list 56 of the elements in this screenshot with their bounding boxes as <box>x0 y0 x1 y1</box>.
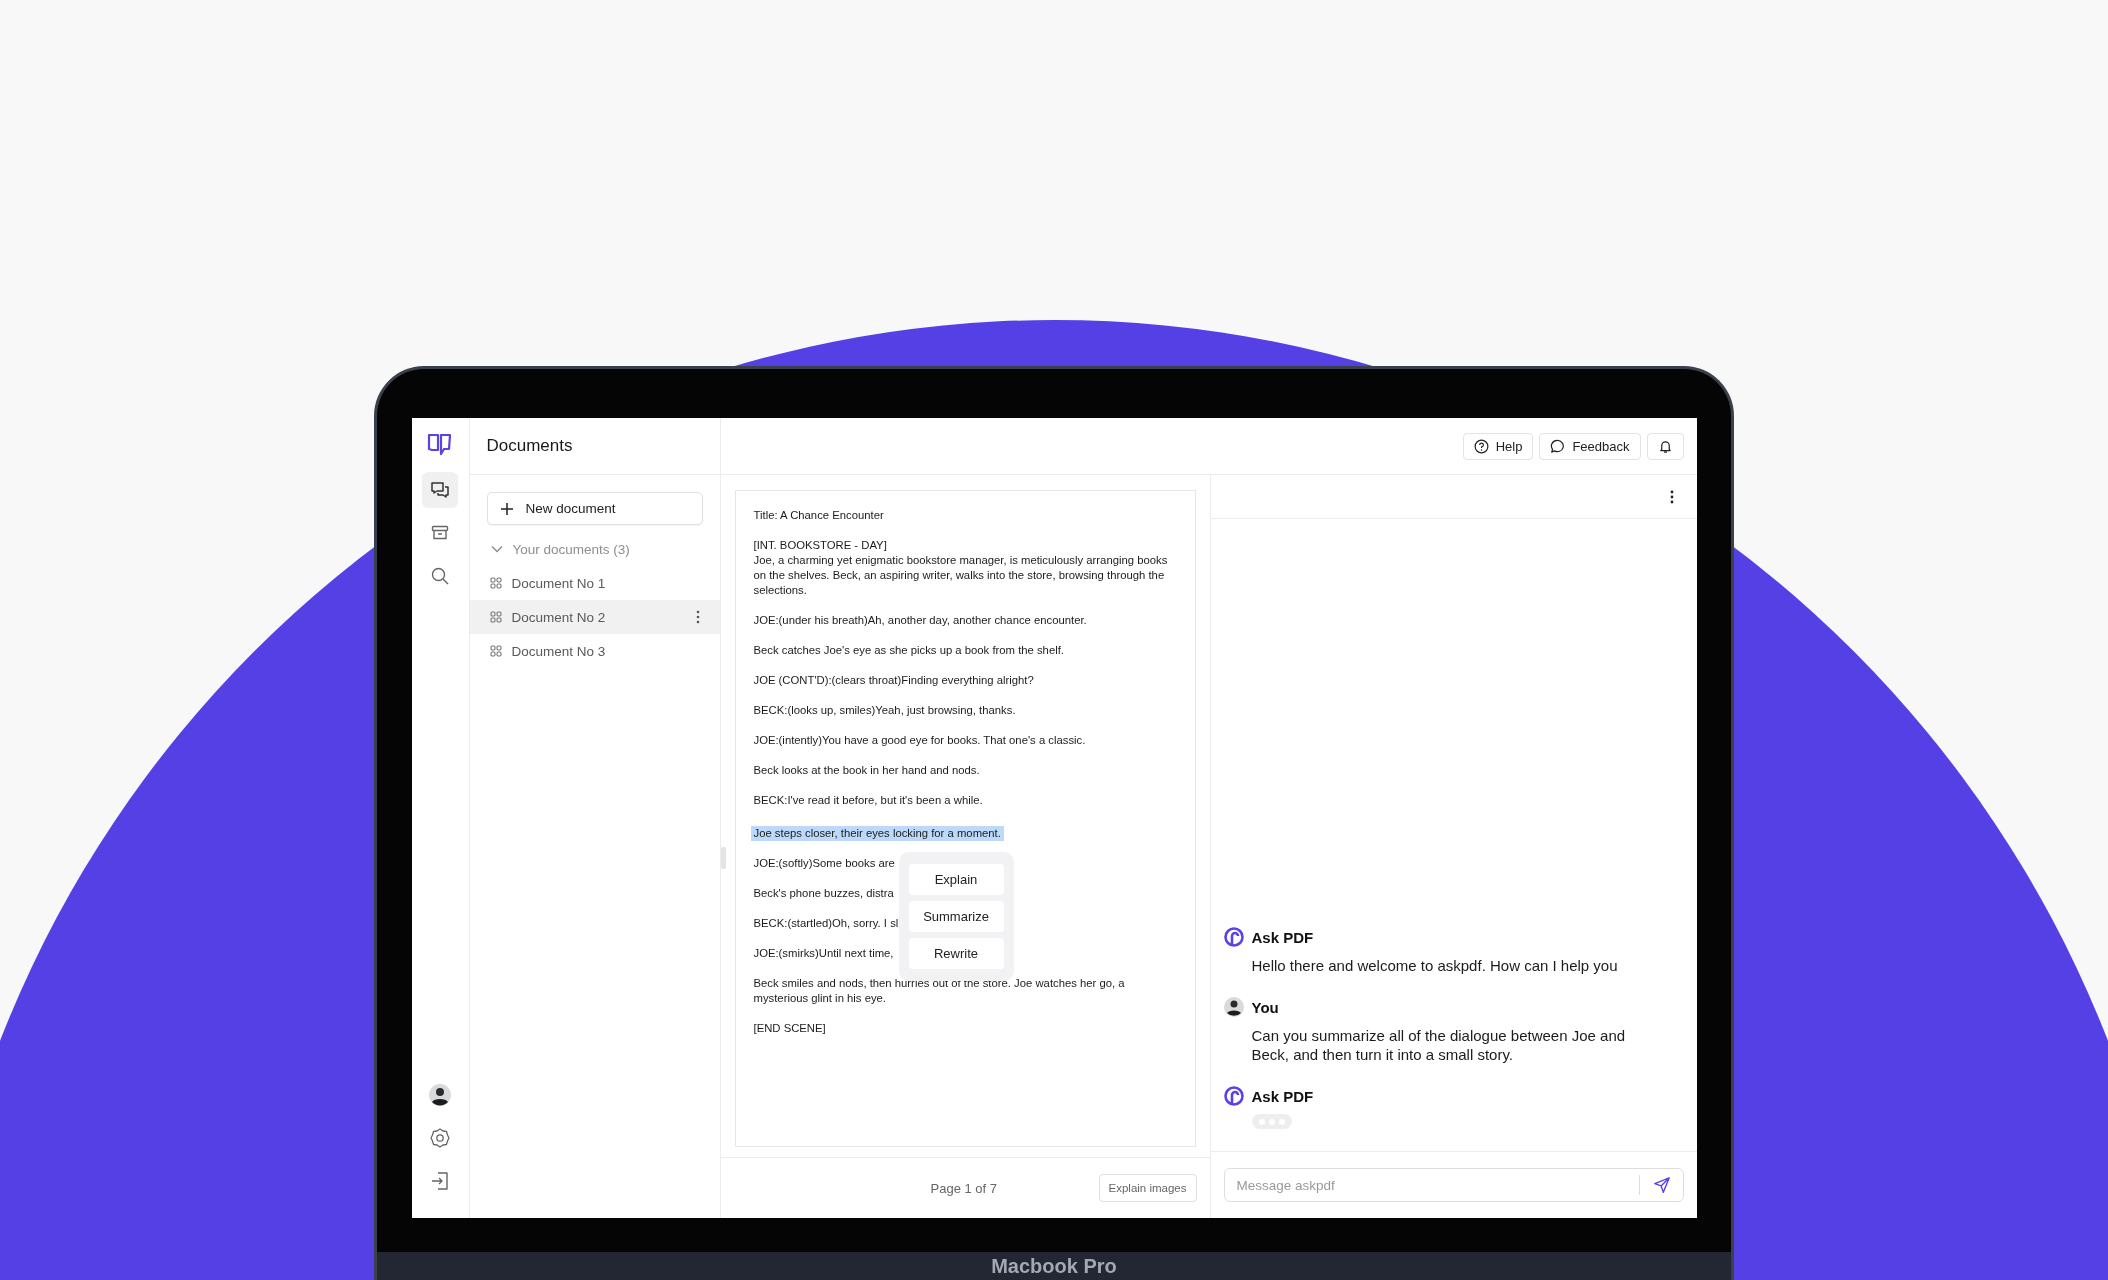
script-paragraph: JOE:(under his breath)Ah, another day, another chance encounter. <box>753 613 1087 628</box>
user-avatar <box>1223 997 1244 1017</box>
logo-icon <box>426 432 454 456</box>
script-paragraph: BECK:(looks up, smiles)Yeah, just browsing, thanks. <box>753 703 1016 718</box>
feedback-button[interactable]: Feedback <box>1539 432 1641 460</box>
message-author: Ask PDF <box>1251 928 1314 946</box>
script-paragraph: BECK:(startled)Oh, sorry. I sl <box>753 916 899 931</box>
script-paragraph: JOE (CONT'D):(clears throat)Finding everything alright? <box>753 673 1034 688</box>
message-text: Hello there and welcome to askpdf. How can I help you <box>1250 956 1619 975</box>
chat-nav-button[interactable] <box>422 472 458 508</box>
more-options-icon[interactable] <box>695 610 700 624</box>
script-paragraph: JOE:(smirks)Until next time, <box>753 946 894 961</box>
plus-icon <box>499 501 514 516</box>
script-paragraph: BECK:I've read it before, but it's been a while. <box>753 793 983 808</box>
menu-action[interactable]: Explain <box>908 864 1004 895</box>
message-input[interactable]: Message askpdf <box>1223 1168 1684 1202</box>
document-item[interactable]: Document No 2 <box>469 600 720 634</box>
script-paragraph: Beck's phone buzzes, distra <box>753 886 894 901</box>
menu-action[interactable]: Summarize <box>908 901 1004 932</box>
bot-avatar-icon <box>1223 1086 1244 1106</box>
speech-bubble-icon <box>1550 438 1566 454</box>
panel-title: Documents <box>486 436 573 456</box>
script-paragraph: [INT. BOOKSTORE - DAY] Joe, a charming yet enigmatic bookstore manager, is meticulously arranging books on the shelves. Beck, an aspiring writer, walks into the store, browsing through the selections. <box>753 538 1169 598</box>
script-paragraph: Title: A Chance Encounter <box>753 508 884 523</box>
help-icon <box>1473 438 1489 454</box>
script-paragraph: JOE:(intently)You have a good eye for books. That one's a classic. <box>753 733 1086 748</box>
help-button[interactable]: Help <box>1462 432 1534 460</box>
message-author: You <box>1251 998 1279 1016</box>
settings-icon[interactable] <box>429 1127 451 1149</box>
script-paragraph: JOE:(softly)Some books are <box>753 856 895 871</box>
script-paragraph: Joe steps closer, their eyes locking for a moment. <box>750 826 1004 841</box>
search-icon <box>430 566 450 586</box>
script-paragraph: [END SCENE] <box>753 1021 826 1036</box>
page-indicator: Page 1 of 7 <box>930 1180 997 1196</box>
new-document-button[interactable]: New document <box>486 492 703 525</box>
menu-action[interactable]: Rewrite <box>908 938 1004 969</box>
chat-bubbles-icon <box>430 480 450 500</box>
more-options-icon[interactable] <box>1669 489 1674 504</box>
script-paragraph: Beck catches Joe's eye as she picks up a book from the shelf. <box>753 643 1064 658</box>
message-text: Can you summarize all of the dialogue between Joe and Beck, and then turn it into a small story. <box>1250 1026 1627 1064</box>
grid-icon <box>489 611 502 623</box>
explain-images-button[interactable]: Explain images <box>1098 1174 1197 1202</box>
notifications-button[interactable] <box>1646 432 1684 460</box>
resize-handle[interactable] <box>720 847 726 869</box>
script-paragraph: Beck looks at the book in her hand and nods. <box>753 763 980 778</box>
bell-icon <box>1657 438 1673 454</box>
device-label: Macbook Pro <box>991 1255 1117 1279</box>
bot-avatar-icon <box>1223 927 1244 947</box>
grid-icon <box>489 577 502 589</box>
user-avatar[interactable] <box>429 1084 451 1106</box>
send-icon[interactable] <box>1652 1176 1671 1194</box>
grid-icon <box>489 645 502 657</box>
logout-icon[interactable] <box>429 1170 451 1192</box>
document-item[interactable]: Document No 3 <box>469 634 720 668</box>
document-item[interactable]: Document No 1 <box>469 566 720 600</box>
message-author: Ask PDF <box>1251 1087 1314 1105</box>
